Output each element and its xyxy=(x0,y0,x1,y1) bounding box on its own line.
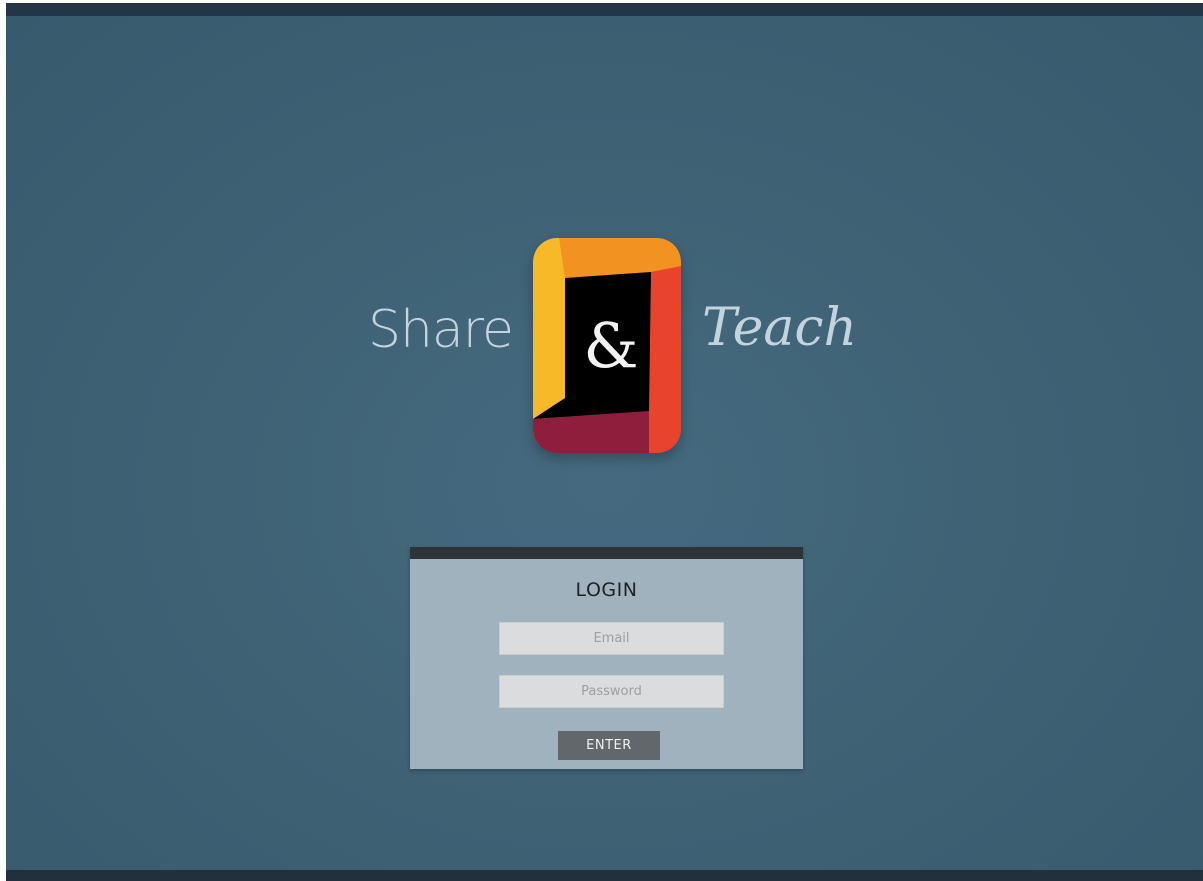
login-card: LOGIN ENTER xyxy=(410,547,803,769)
logo-word-share: Share xyxy=(367,300,514,360)
logo-ampersand: & xyxy=(583,309,639,382)
logo-word-teach: Teach xyxy=(702,298,858,358)
login-title: LOGIN xyxy=(575,579,638,601)
enter-button[interactable]: ENTER xyxy=(558,731,660,760)
password-input[interactable] xyxy=(499,675,724,708)
bottom-bar xyxy=(6,870,1203,881)
app-window: Share & Teach LOGIN ENTER xyxy=(0,0,1203,881)
top-bar xyxy=(6,3,1203,16)
login-card-header xyxy=(410,547,803,559)
logo-mark: & xyxy=(533,238,681,453)
email-input[interactable] xyxy=(499,622,724,655)
